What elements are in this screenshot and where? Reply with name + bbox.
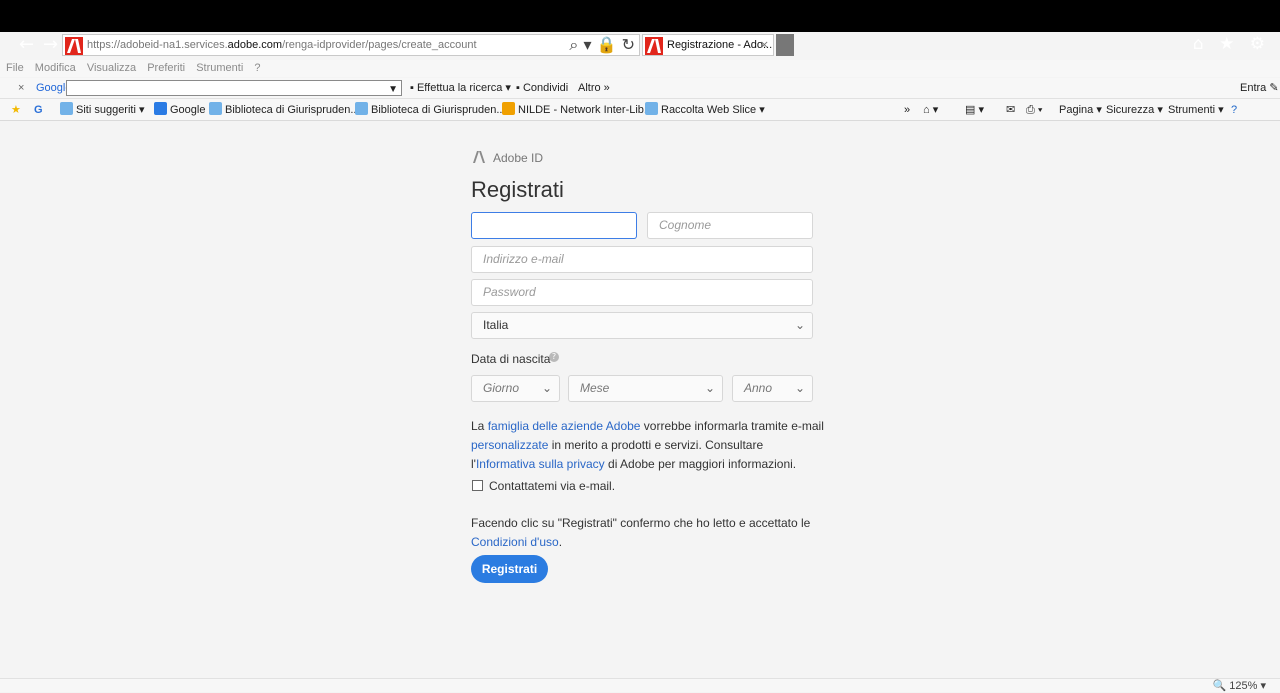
- help-icon[interactable]: ?: [549, 352, 559, 362]
- active-tab[interactable]: Registrazione - Ado... ×: [642, 34, 774, 56]
- google-share-button[interactable]: ▪ Condividi: [516, 78, 568, 98]
- google-g-icon[interactable]: G: [34, 99, 43, 121]
- home-icon[interactable]: ⌂ ▾: [923, 99, 938, 121]
- google-toolbar-close-icon[interactable]: ×: [18, 78, 24, 98]
- google-icon: [154, 102, 167, 115]
- ie-icon: [645, 102, 658, 115]
- menu-help[interactable]: ?: [254, 62, 260, 74]
- terms-link[interactable]: Condizioni d'uso: [471, 535, 559, 549]
- google-toolbar: × Google ▼ ▪ Effettua la ricerca ▾ ▪ Con…: [0, 78, 1280, 99]
- birth-date-label: Data di nascita: [471, 352, 551, 366]
- feeds-icon[interactable]: ▤ ▾: [965, 99, 984, 121]
- ie-icon: [60, 102, 73, 115]
- back-arrow-icon[interactable]: ←: [19, 36, 34, 54]
- menu-modifica[interactable]: Modifica: [35, 62, 76, 74]
- contact-checkbox[interactable]: [472, 480, 483, 491]
- adobe-family-link[interactable]: famiglia delle aziende Adobe: [488, 419, 641, 433]
- year-placeholder: Anno: [744, 381, 773, 395]
- favorites-overflow-icon[interactable]: »: [904, 99, 910, 121]
- chevron-down-icon: ⌄: [704, 381, 715, 395]
- favorite-biblioteca-2[interactable]: Biblioteca di Giurispruden...: [355, 99, 506, 121]
- adobe-logo-icon: [65, 37, 83, 55]
- browser-tools[interactable]: ⌂ ★ ⚙: [1193, 34, 1270, 54]
- address-url[interactable]: https://adobeid-na1.services.adobe.com/r…: [87, 37, 477, 53]
- register-button[interactable]: Registrati: [471, 555, 548, 583]
- menu-preferiti[interactable]: Preferiti: [147, 62, 185, 74]
- favorite-biblioteca-1[interactable]: Biblioteca di Giurispruden...: [209, 99, 360, 121]
- google-search-button[interactable]: ▪ Effettua la ricerca ▾: [410, 78, 511, 98]
- adobe-id-logo-icon: [473, 151, 485, 163]
- favorites-star-icon[interactable]: ★: [11, 99, 21, 121]
- first-name-field[interactable]: [471, 212, 637, 239]
- browser-top-bar: [0, 0, 1280, 32]
- tab-adobe-icon: [645, 37, 663, 55]
- address-actions[interactable]: ⌕ ▾ 🔒 ↻: [569, 36, 635, 54]
- address-bar[interactable]: https://adobeid-na1.services.adobe.com/r…: [62, 34, 640, 56]
- day-placeholder: Giorno: [483, 381, 520, 395]
- last-name-field[interactable]: Cognome: [647, 212, 813, 239]
- menu-strumenti[interactable]: Strumenti: [196, 62, 243, 74]
- google-search-dropdown-icon[interactable]: ▼: [388, 80, 398, 100]
- new-tab-button[interactable]: [776, 34, 794, 56]
- password-field[interactable]: Password: [471, 279, 813, 306]
- contact-checkbox-label[interactable]: Contattatemi via e-mail.: [489, 479, 615, 493]
- tools-menu[interactable]: Strumenti ▾: [1168, 99, 1224, 121]
- menu-visualizza[interactable]: Visualizza: [87, 62, 136, 74]
- google-more-button[interactable]: Altro »: [578, 78, 610, 98]
- favorite-nilde[interactable]: NILDE - Network Inter-Lib...: [502, 99, 653, 121]
- favorite-google[interactable]: Google: [154, 99, 205, 121]
- mail-icon[interactable]: ✉: [1006, 99, 1015, 121]
- ie-icon: [209, 102, 222, 115]
- zoom-level[interactable]: 🔍 125% ▾: [1213, 679, 1266, 693]
- month-select[interactable]: Mese ⌄: [568, 375, 723, 402]
- nilde-icon: [502, 102, 515, 115]
- privacy-paragraph: La famiglia delle aziende Adobe vorrebbe…: [471, 419, 824, 471]
- forward-arrow-icon[interactable]: →: [43, 36, 58, 54]
- page-menu[interactable]: Pagina ▾: [1059, 99, 1102, 121]
- google-signin-button[interactable]: Entra ✎: [1240, 78, 1279, 98]
- country-select[interactable]: Italia ⌄: [471, 312, 813, 339]
- terms-paragraph: Facendo clic su "Registrati" confermo ch…: [471, 516, 811, 549]
- print-icon[interactable]: ⎙ ▾: [1026, 99, 1042, 121]
- page-title: Registrati: [471, 177, 564, 202]
- personalized-link[interactable]: personalizzate: [471, 438, 548, 452]
- adobe-id-brand: Adobe ID: [493, 151, 544, 165]
- favorite-suggested-sites[interactable]: Siti suggeriti ▾: [60, 99, 145, 121]
- google-search-input[interactable]: ▼: [66, 80, 402, 96]
- tab-title: Registrazione - Ado...: [667, 39, 773, 51]
- favorites-bar: ★ G Siti suggeriti ▾ Google Biblioteca d…: [0, 99, 1280, 121]
- chevron-down-icon: ⌄: [541, 381, 552, 395]
- menu-file[interactable]: File: [6, 62, 24, 74]
- tab-close-icon[interactable]: ×: [760, 37, 769, 52]
- security-menu[interactable]: Sicurezza ▾: [1106, 99, 1163, 121]
- menu-bar: File Modifica Visualizza Preferiti Strum…: [0, 60, 1280, 77]
- favorite-web-slice[interactable]: Raccolta Web Slice ▾: [645, 99, 765, 121]
- day-select[interactable]: Giorno ⌄: [471, 375, 560, 402]
- ie-icon: [355, 102, 368, 115]
- privacy-policy-link[interactable]: Informativa sulla privacy: [476, 457, 605, 471]
- month-placeholder: Mese: [580, 381, 610, 395]
- email-field[interactable]: Indirizzo e-mail: [471, 246, 813, 273]
- status-bar: 🔍 125% ▾: [0, 678, 1280, 692]
- help-icon[interactable]: ?: [1231, 99, 1237, 121]
- chevron-down-icon: ⌄: [794, 318, 805, 332]
- year-select[interactable]: Anno ⌄: [732, 375, 813, 402]
- chevron-down-icon: ⌄: [794, 381, 805, 395]
- country-selected-value: Italia: [483, 318, 509, 332]
